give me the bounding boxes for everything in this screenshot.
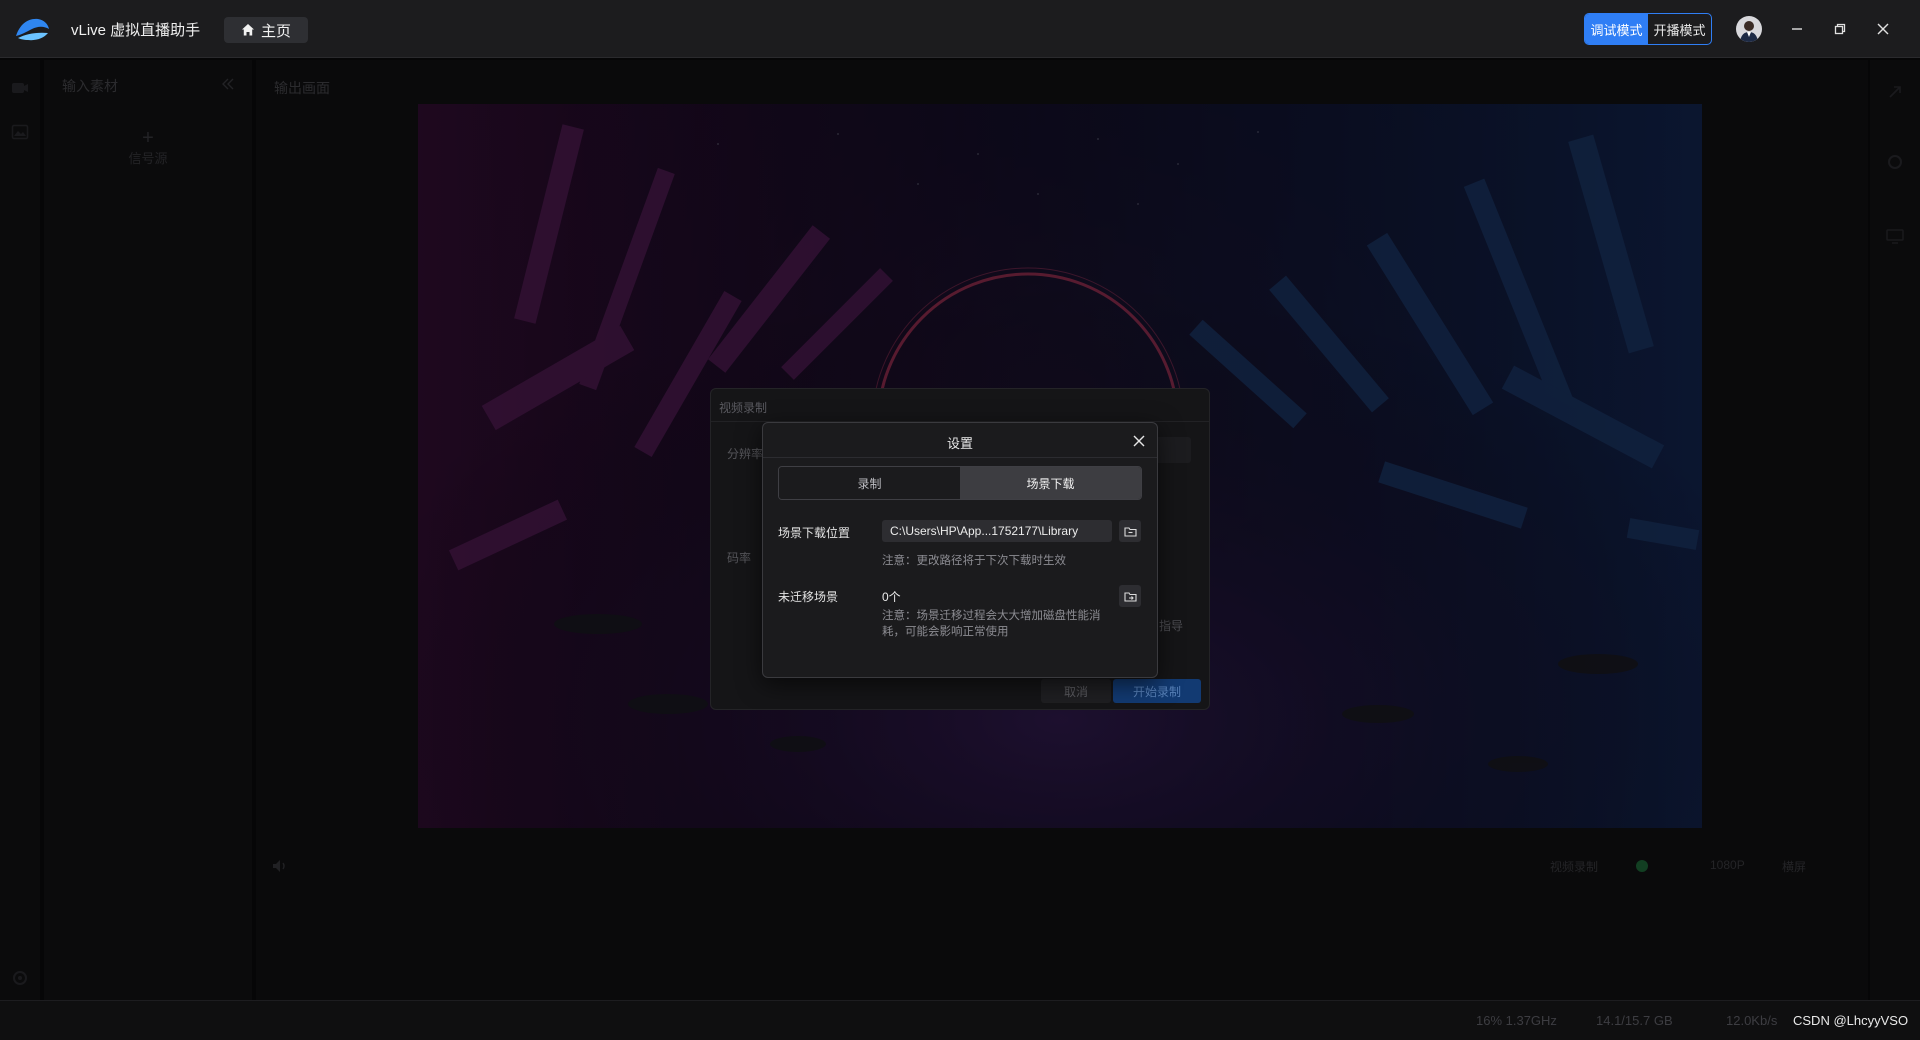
settings-modal: 设置 录制 场景下载 场景下载位置 C:\Users\HP\App...1752… bbox=[762, 422, 1158, 678]
download-path-field[interactable]: C:\Users\HP\App...1752177\Library bbox=[882, 520, 1112, 542]
tab-scene-download[interactable]: 场景下载 bbox=[960, 467, 1141, 499]
modal-close-icon[interactable] bbox=[1131, 433, 1147, 449]
settings-modal-title: 设置 bbox=[946, 436, 973, 451]
home-button[interactable]: 主页 bbox=[224, 17, 308, 43]
resolution-label: 分辨率 bbox=[727, 447, 764, 461]
record-cancel-button[interactable]: 取消 bbox=[1041, 679, 1111, 703]
restore-icon bbox=[1834, 23, 1846, 35]
minimize-icon bbox=[1792, 28, 1802, 30]
close-icon bbox=[1877, 23, 1889, 35]
unmigrated-scenes-label: 未迁移场景 bbox=[778, 590, 839, 604]
close-window-button[interactable] bbox=[1872, 18, 1894, 40]
download-location-label: 场景下载位置 bbox=[778, 526, 851, 540]
cpu-usage: 16% 1.37GHz bbox=[1476, 1013, 1557, 1028]
unmigrated-scenes-count: 0个 bbox=[882, 590, 901, 604]
network-speed: 12.0Kb/s bbox=[1726, 1013, 1778, 1028]
title-bar: vLive 虚拟直播助手 主页 调试模式 开播模式 bbox=[0, 0, 1920, 58]
folder-icon bbox=[1123, 526, 1137, 537]
home-button-label: 主页 bbox=[260, 22, 291, 40]
csdn-watermark: CSDN @LhcyyVSO bbox=[1793, 1013, 1909, 1028]
folder-export-icon bbox=[1123, 591, 1137, 602]
browse-folder-button[interactable] bbox=[1119, 520, 1141, 542]
guide-text: 指导 bbox=[1159, 619, 1184, 633]
record-dialog-title: 视频录制 bbox=[719, 401, 768, 415]
app-title: vLive 虚拟直播助手 bbox=[71, 22, 201, 39]
live-mode-button[interactable]: 开播模式 bbox=[1648, 14, 1711, 44]
debug-mode-button[interactable]: 调试模式 bbox=[1585, 14, 1648, 44]
user-avatar-icon bbox=[1740, 21, 1758, 42]
migrate-scenes-button[interactable] bbox=[1119, 585, 1141, 607]
modal-divider bbox=[763, 457, 1157, 458]
migration-note-line2: 耗，可能会影响正常使用 bbox=[882, 626, 1009, 638]
vlive-logo-icon bbox=[16, 18, 49, 41]
settings-tabs: 录制 场景下载 bbox=[778, 466, 1142, 500]
user-avatar[interactable] bbox=[1736, 16, 1762, 42]
bitrate-label: 码率 bbox=[727, 551, 752, 565]
start-recording-button[interactable]: 开始录制 bbox=[1113, 679, 1201, 703]
system-status-bar: 16% 1.37GHz 14.1/15.7 GB 12.0Kb/s bbox=[0, 1000, 1920, 1040]
restore-button[interactable] bbox=[1829, 18, 1851, 40]
tab-recording[interactable]: 录制 bbox=[779, 467, 960, 499]
mode-switch: 调试模式 开播模式 bbox=[1584, 13, 1712, 45]
minimize-button[interactable] bbox=[1786, 18, 1808, 40]
path-change-note: 注意：更改路径将于下次下载时生效 bbox=[882, 555, 1066, 567]
memory-usage: 14.1/15.7 GB bbox=[1596, 1013, 1673, 1028]
home-icon bbox=[241, 24, 254, 36]
